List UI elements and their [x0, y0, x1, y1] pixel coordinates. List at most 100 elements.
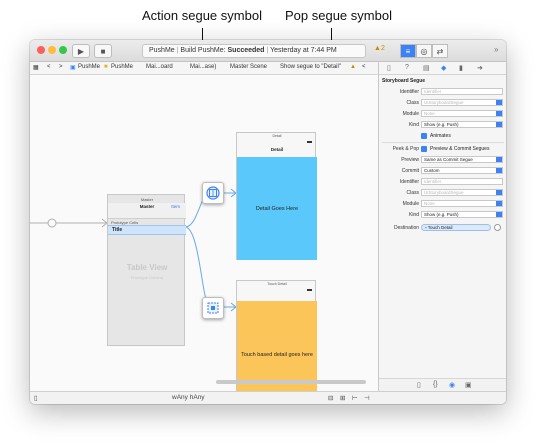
assistant-editor-button[interactable]: ◎	[416, 44, 432, 58]
divider	[382, 142, 504, 143]
grid-icon[interactable]: ▦	[33, 64, 39, 71]
module2-field[interactable]: None	[421, 200, 503, 207]
kind2-value: Show (e.g. Push)	[424, 212, 459, 217]
version-editor-button[interactable]: ⇄	[432, 44, 448, 58]
crumb-scene[interactable]: Master Scene	[230, 64, 267, 70]
crumb-segue[interactable]: Show segue to "Detail"	[280, 64, 341, 70]
chevron-down-icon[interactable]	[496, 168, 502, 173]
back-button[interactable]: <	[47, 64, 51, 70]
xcode-window: ▶ ■ PushMe | Build PushMe: Succeeded | Y…	[30, 40, 506, 404]
touch-detail-scene[interactable]: Touch Detail Touch based detail goes her…	[236, 280, 317, 391]
standard-editor-button[interactable]: ≡	[400, 44, 416, 58]
class2-placeholder: UIStoryboardSegue	[424, 190, 464, 195]
identifier2-field[interactable]: Identifier	[421, 178, 503, 185]
peek-label: Peek & Pop	[392, 146, 419, 152]
scheme-name[interactable]: PushMe	[149, 47, 175, 54]
kind-label: Kind	[408, 122, 419, 128]
class2-label: Class	[406, 190, 419, 196]
detail-scene[interactable]: Detail Detail Detail Goes Here	[236, 132, 317, 260]
jump-warn-nav[interactable]: <	[362, 64, 366, 70]
peek-checkbox[interactable]	[421, 146, 427, 152]
battery-icon	[307, 141, 312, 143]
destination-field[interactable]: ▪ Touch Detail	[421, 224, 491, 231]
pop-segue-callout: Pop segue symbol	[285, 8, 392, 23]
jump-bar: ▦ < > ▣ PushMe ■ PushMe Mai...oard Mai..…	[30, 62, 378, 75]
screenshot-root: Action segue symbol Pop segue symbol ▶ ■…	[0, 0, 536, 446]
commit-label: Commit	[401, 168, 419, 174]
module-field[interactable]: None	[421, 110, 503, 117]
folder-icon: ■	[104, 64, 108, 70]
play-icon[interactable]: ▶	[72, 44, 90, 58]
action-segue-callout: Action segue symbol	[142, 8, 262, 23]
file-icon[interactable]: ▯	[387, 64, 391, 72]
kind2-label: Kind	[408, 212, 419, 218]
commit-select[interactable]: Custom	[421, 167, 503, 174]
storyboard-canvas[interactable]: Master Master Item Prototype Cells Title…	[30, 75, 378, 391]
chevron-down-icon[interactable]	[496, 122, 502, 127]
class2-field[interactable]: UIStoryboardSegue	[421, 189, 503, 196]
detail-scene-label: Detail	[272, 134, 282, 138]
jump-warning-icon[interactable]: ▲	[350, 64, 356, 70]
touch-body: Touch based detail goes here	[237, 301, 317, 391]
chevron-down-icon[interactable]	[496, 190, 502, 195]
forward-button[interactable]: >	[59, 64, 63, 70]
sidebar-toggle-icon[interactable]: ▯	[34, 394, 38, 402]
crumb-storyboard[interactable]: Mai...oard	[146, 64, 173, 70]
crumb-group[interactable]: PushMe	[111, 64, 133, 70]
stop-icon[interactable]: ■	[94, 44, 112, 58]
touch-scene-label: Touch Detail	[267, 282, 287, 286]
crumb-base[interactable]: Mai...ase)	[190, 64, 216, 70]
connections-icon[interactable]: ➜	[477, 64, 483, 72]
pin-icon[interactable]: ⊞	[340, 394, 345, 402]
resize-icon[interactable]: ⊣	[364, 394, 370, 402]
segue-lines	[30, 188, 237, 312]
kind2-select[interactable]: Show (e.g. Push)	[421, 211, 503, 218]
attributes-inspector: Storyboard Segue Identifier Identifier C…	[378, 75, 506, 391]
resolve-icon[interactable]: ⊢	[352, 394, 358, 402]
toolbar-overflow[interactable]: »	[494, 45, 498, 54]
preview-select[interactable]: Same as Commit Segue	[421, 156, 503, 163]
class-label: Class	[406, 100, 419, 106]
status-time: Yesterday at 7:44 PM	[270, 47, 337, 54]
preview-value: Same as Commit Segue	[424, 157, 473, 162]
class-field[interactable]: UIStoryboardSegue	[421, 99, 503, 106]
class-placeholder: UIStoryboardSegue	[424, 100, 464, 105]
destination-connection-icon[interactable]	[494, 224, 501, 231]
object-library-icon[interactable]: ◉	[449, 381, 455, 389]
identifier2-label: Identifier	[399, 179, 419, 185]
kind-select[interactable]: Show (e.g. Push)	[421, 121, 503, 128]
minimize-button[interactable]	[48, 46, 56, 54]
action-segue-icon[interactable]	[202, 182, 224, 204]
chevron-down-icon[interactable]	[496, 201, 502, 206]
chevron-down-icon[interactable]	[496, 100, 502, 105]
animates-checkbox[interactable]	[421, 133, 427, 139]
horizontal-scrollbar[interactable]	[216, 380, 366, 384]
size-class-label[interactable]: wAny hAny	[172, 394, 205, 401]
cell-title: Title	[112, 227, 123, 233]
chevron-down-icon[interactable]	[496, 157, 502, 162]
chevron-down-icon[interactable]	[496, 111, 502, 116]
close-button[interactable]	[37, 46, 45, 54]
help-icon[interactable]: ?	[405, 64, 409, 71]
warning-triangle-icon[interactable]: ▲2	[374, 45, 385, 52]
project-icon: ▣	[70, 65, 76, 71]
chevron-down-icon[interactable]	[496, 212, 502, 217]
attributes-icon[interactable]: ◆	[441, 64, 446, 72]
code-snippet-icon[interactable]: {}	[433, 381, 438, 388]
commit-value: Custom	[424, 168, 440, 173]
table-view-sublabel: Prototype Content	[130, 275, 164, 280]
identity-icon[interactable]: ▤	[423, 64, 430, 72]
crumb-project[interactable]: PushMe	[78, 64, 100, 70]
size-icon[interactable]: ▮	[459, 64, 463, 72]
peek-value: Preview & Commit Segues	[430, 146, 490, 152]
file-template-icon[interactable]: ▯	[417, 381, 421, 389]
detail-nav-title: Detail	[270, 147, 284, 152]
master-nav-item[interactable]: Item	[171, 204, 180, 209]
kind-value: Show (e.g. Push)	[424, 122, 459, 127]
identifier-field[interactable]: Identifier	[421, 88, 503, 95]
pop-segue-icon[interactable]	[202, 297, 224, 319]
media-library-icon[interactable]: ▣	[465, 381, 472, 389]
align-icon[interactable]: ⊟	[328, 394, 333, 402]
zoom-button[interactable]	[59, 46, 67, 54]
master-scene[interactable]: Master Master Item Prototype Cells Title…	[107, 194, 186, 346]
